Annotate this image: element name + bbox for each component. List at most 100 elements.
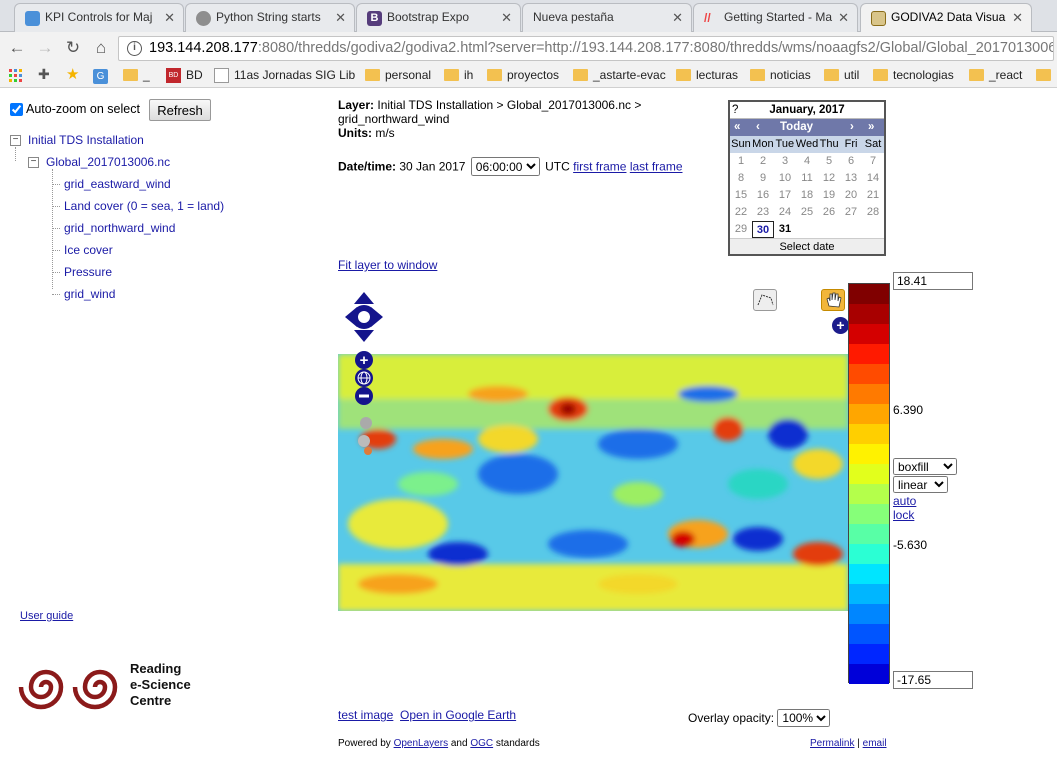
calendar-day[interactable]: 19 xyxy=(818,187,840,204)
calendar-day[interactable]: 7 xyxy=(862,153,884,170)
info-icon[interactable]: i xyxy=(127,41,142,56)
calendar-day[interactable]: 8 xyxy=(730,170,752,187)
google-earth-link[interactable]: Open in Google Earth xyxy=(400,708,516,722)
calendar-day[interactable]: 15 xyxy=(730,187,752,204)
today-button[interactable]: Today xyxy=(780,119,813,136)
calendar-day[interactable]: 24 xyxy=(774,204,796,221)
email-link[interactable]: email xyxy=(863,738,887,749)
close-icon[interactable]: ✕ xyxy=(501,10,512,26)
forward-arrow-icon[interactable]: → xyxy=(34,37,56,59)
tree-item-ice-cover[interactable]: Ice cover xyxy=(64,243,113,257)
time-select[interactable]: 06:00:00 xyxy=(470,157,540,176)
home-icon[interactable]: ⌂ xyxy=(90,37,112,59)
tree-dataset-node[interactable]: Global_2017013006.nc xyxy=(46,155,170,169)
browser-tab[interactable]: KPI Controls for Maj ✕ xyxy=(14,3,184,32)
browser-tab[interactable]: Python String starts ✕ xyxy=(185,3,355,32)
palette-style-select[interactable]: boxfill xyxy=(893,458,957,475)
close-icon[interactable]: ✕ xyxy=(164,10,175,26)
zoom-control[interactable]: + xyxy=(352,351,376,461)
close-icon[interactable]: ✕ xyxy=(838,10,849,26)
calendar-day[interactable]: 1 xyxy=(730,153,752,170)
autozoom-checkbox[interactable] xyxy=(10,103,23,117)
calendar-day[interactable]: 12 xyxy=(818,170,840,187)
browser-tab[interactable]: // Getting Started - Ma ✕ xyxy=(693,3,858,32)
bookmark-folder[interactable]: proyectos xyxy=(487,68,559,82)
calendar-day[interactable]: 3 xyxy=(774,153,796,170)
prev-month-button[interactable]: ‹ xyxy=(756,119,760,136)
auto-scale-link[interactable]: auto xyxy=(893,494,916,508)
last-frame-link[interactable]: last frame xyxy=(630,160,683,174)
close-icon[interactable]: ✕ xyxy=(335,10,346,26)
ogc-link[interactable]: OGC xyxy=(470,738,493,749)
fit-layer-link[interactable]: Fit layer to window xyxy=(338,258,437,272)
user-guide-link[interactable]: User guide xyxy=(20,610,73,622)
calendar-day[interactable]: 28 xyxy=(862,204,884,221)
browser-tab[interactable]: Nueva pestaña ✕ xyxy=(522,3,692,32)
calendar-day[interactable]: 16 xyxy=(752,187,774,204)
bookmark-folder[interactable]: tecnologias xyxy=(873,68,954,82)
calendar-day[interactable]: 6 xyxy=(840,153,862,170)
calendar-day[interactable]: 17 xyxy=(774,187,796,204)
reload-icon[interactable]: ↻ xyxy=(62,37,84,59)
bookmark-folder[interactable]: _ xyxy=(123,68,150,82)
scaling-select[interactable]: linear xyxy=(893,476,948,493)
tree-item-grid-northward-wind[interactable]: grid_northward_wind xyxy=(64,221,175,235)
lock-scale-link[interactable]: lock xyxy=(893,508,914,522)
calendar-day[interactable]: 27 xyxy=(840,204,862,221)
apps-icon[interactable] xyxy=(8,68,23,86)
collapse-icon[interactable]: − xyxy=(28,157,39,168)
layer-switcher-plus-icon[interactable]: + xyxy=(832,317,849,334)
tree-item-land-cover[interactable]: Land cover (0 = sea, 1 = land) xyxy=(64,199,224,213)
bookmark-folder[interactable]: lecturas xyxy=(676,68,738,82)
calendar-day[interactable]: 20 xyxy=(840,187,862,204)
collapse-icon[interactable]: − xyxy=(10,135,21,146)
calendar-day[interactable]: 31 xyxy=(774,221,796,238)
translate-icon[interactable]: G xyxy=(93,68,108,84)
tree-item-grid-eastward-wind[interactable]: grid_eastward_wind xyxy=(64,177,171,191)
calendar-day[interactable]: 26 xyxy=(818,204,840,221)
test-image-link[interactable]: test image xyxy=(338,708,393,722)
scale-max-input[interactable] xyxy=(893,272,973,290)
browser-tab[interactable]: B Bootstrap Expo ✕ xyxy=(356,3,521,32)
calendar-day[interactable]: 4 xyxy=(796,153,818,170)
browser-tab-active[interactable]: GODIVA2 Data Visua ✕ xyxy=(860,3,1032,32)
calendar-day[interactable]: 21 xyxy=(862,187,884,204)
calendar-day[interactable]: 11 xyxy=(796,170,818,187)
bookmark-folder[interactable]: noticias xyxy=(750,68,811,82)
help-icon[interactable]: ? xyxy=(732,102,738,119)
bookmark-folder[interactable]: _astarte-evac xyxy=(573,68,666,82)
calendar-day[interactable]: 13 xyxy=(840,170,862,187)
autozoom-option[interactable]: Auto-zoom on select xyxy=(10,102,140,117)
scale-min-input[interactable] xyxy=(893,671,973,689)
back-arrow-icon[interactable]: ← xyxy=(6,37,28,59)
close-icon[interactable]: ✕ xyxy=(672,10,683,26)
close-icon[interactable]: ✕ xyxy=(1012,10,1023,26)
map-viewport[interactable] xyxy=(338,354,848,611)
bookmark-item[interactable]: 11as Jornadas SIG Lib xyxy=(214,68,355,83)
bookmark-folder[interactable]: util xyxy=(824,68,859,82)
bookmark-item[interactable]: BD BD xyxy=(166,68,203,83)
tree-item-pressure[interactable]: Pressure xyxy=(64,265,112,279)
calendar-day[interactable]: 23 xyxy=(752,204,774,221)
calendar-day[interactable]: 25 xyxy=(796,204,818,221)
next-month-button[interactable]: › xyxy=(850,119,854,136)
first-frame-link[interactable]: first frame xyxy=(573,160,626,174)
prev-year-button[interactable]: « xyxy=(734,119,740,136)
calendar-day-selected[interactable]: 30 xyxy=(752,221,775,238)
calendar-day[interactable]: 22 xyxy=(730,204,752,221)
bookmark-folder[interactable]: personal xyxy=(365,68,431,82)
permalink-link[interactable]: Permalink xyxy=(810,738,854,749)
calendar-day[interactable]: 14 xyxy=(862,170,884,187)
bookmark-folder[interactable]: _react xyxy=(969,68,1022,82)
pan-control-icon[interactable] xyxy=(345,292,383,342)
tree-item-grid-wind[interactable]: grid_wind xyxy=(64,287,115,301)
tree-root-node[interactable]: Initial TDS Installation xyxy=(28,133,144,147)
calendar-day[interactable]: 18 xyxy=(796,187,818,204)
calendar-day[interactable]: 29 xyxy=(730,221,752,238)
refresh-button[interactable]: Refresh xyxy=(149,99,211,121)
next-year-button[interactable]: » xyxy=(868,119,874,136)
address-bar[interactable]: i 193.144.208.177:8080/thredds/godiva2/g… xyxy=(118,36,1054,61)
extension-icon[interactable]: ✚ xyxy=(38,66,50,83)
calendar-day[interactable]: 5 xyxy=(818,153,840,170)
calendar-day[interactable]: 10 xyxy=(774,170,796,187)
